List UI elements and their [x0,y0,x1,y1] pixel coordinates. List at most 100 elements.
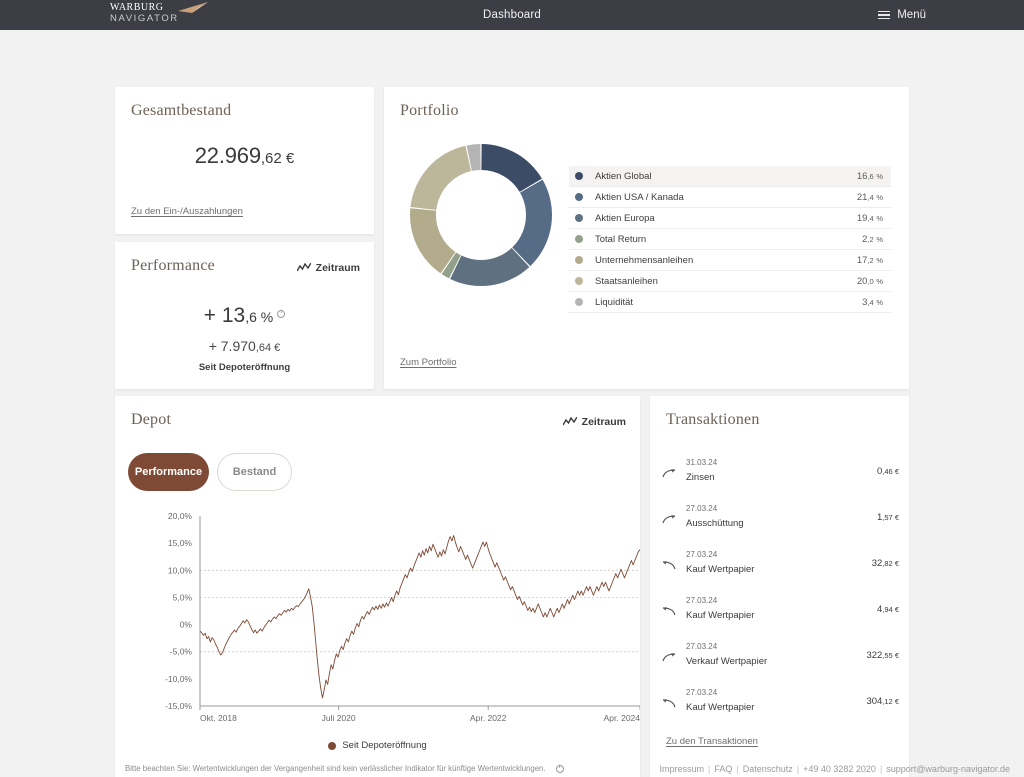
legend-color-dot [575,298,583,306]
donut-segment[interactable] [410,145,472,210]
legend-row[interactable]: Aktien Europa 19,4 % [569,208,891,229]
info-icon[interactable] [277,309,286,318]
footer-separator: | [879,764,883,774]
footer-link[interactable]: FAQ [714,764,732,774]
transaktionen-title: Transaktionen [666,411,760,428]
transaktionen-link[interactable]: Zu den Transaktionen [666,736,758,747]
transaction-date: 27.03.24 [686,504,718,513]
page-title: Dashboard [482,9,542,21]
hamburger-icon [878,11,891,19]
y-axis-tick-label: 0% [180,620,193,630]
portfolio-legend: Aktien Global 16,6 % Aktien USA / Kanada 21… [569,166,891,313]
footer-separator: | [796,764,800,774]
transaction-info: 27.03.24 Kauf Wertpapier [686,548,872,577]
menu-button[interactable]: Menü [878,9,926,21]
transaction-row[interactable]: 31.03.24 Zinsen 0,46 € [662,451,899,497]
transaction-amount: 322,55 € [866,650,899,661]
donut-segment[interactable] [410,208,456,274]
transaction-name: Verkauf Wertpapier [686,656,768,667]
footer-separator: | [736,764,739,774]
transaction-name: Kauf Wertpapier [686,610,755,621]
x-axis-tick-label: Apr. 2024 [604,713,640,723]
legend-color-dot [328,741,337,750]
card-transaktionen: Transaktionen 31.03.24 Zinsen 0,46 € 27.03.… [650,396,909,777]
transaction-name: Kauf Wertpapier [686,702,755,713]
depot-zeitraum-button[interactable]: Zeitraum [562,416,626,428]
transaction-info: 27.03.24 Kauf Wertpapier [686,594,877,623]
donut-segment[interactable] [450,247,530,286]
legend-row[interactable]: Staatsanleihen 20,0 % [569,271,891,292]
tab-bestand[interactable]: Bestand [217,453,292,491]
legend-value: 19,4 % [856,212,883,224]
y-axis-tick-label: -10,0% [165,674,192,684]
footer: Impressum | FAQ | Datenschutz | +49 40 3282 20… [660,764,1010,774]
card-gesamtbestand: Gesamtbestand 22.969,62 € Zu den Ein-/Au… [115,87,374,234]
gesamtbestand-link[interactable]: Zu den Ein-/Auszahlungen [131,206,243,217]
arrow-incoming-icon [662,502,686,530]
card-portfolio: Portfolio Aktien Global 16,6 % Aktien USA … [384,87,909,389]
y-axis-tick-label: -5,0% [170,647,193,657]
portfolio-donut-chart [410,144,552,286]
transaction-row[interactable]: 27.03.24 Kauf Wertpapier 4,94 € [662,589,899,635]
legend-value: 3,4 % [862,296,883,308]
menu-label: Menü [897,9,926,21]
dashboard-body: Gesamtbestand 22.969,62 € Zu den Ein-/Au… [0,30,1024,777]
legend-label: Staatsanleihen [595,275,658,287]
arrow-incoming-icon [662,640,686,668]
performance-zeitraum-label: Zeitraum [315,262,360,274]
legend-row[interactable]: Aktien Global 16,6 % [569,166,891,187]
legend-label: Unternehmensanleihen [595,254,694,266]
y-axis-tick-label: 5,0% [173,592,193,602]
y-axis-tick-label: 20,0% [168,511,193,521]
tab-performance[interactable]: Performance [128,453,209,491]
app-header: WARBURG NAVIGATOR Dashboard Menü [0,0,1024,30]
legend-label: Aktien USA / Kanada [595,191,684,203]
performance-percent-unit: % [256,309,274,325]
depot-line-chart: 20,0% 15,0% 10,0% 5,0% 0% -5,0% -10,0% -15,0% Ok… [165,511,640,723]
legend-color-dot [575,214,583,222]
transaction-date: 27.03.24 [686,550,718,559]
donut-segment[interactable] [512,179,552,267]
legend-row[interactable]: Liquidität 3,4 % [569,292,891,313]
gesamtbestand-title: Gesamtbestand [131,102,232,119]
transaction-date: 31.03.24 [686,458,718,467]
legend-color-dot [575,256,583,264]
transaction-amount: 0,46 € [877,466,899,477]
depot-chart-legend: Seit Depoteröffnung [115,740,640,751]
legend-row[interactable]: Aktien USA / Kanada 21,4 % [569,187,891,208]
transaction-row[interactable]: 27.03.24 Verkauf Wertpapier 322,55 € [662,635,899,681]
depot-zeitraum-label: Zeitraum [581,416,626,428]
y-axis-tick-label: 10,0% [168,565,193,575]
legend-row[interactable]: Unternehmensanleihen 17,2 % [569,250,891,271]
depot-disclaimer-text: Bitte beachten Sie: Wertentwicklungen de… [125,764,546,773]
performance-zeitraum-button[interactable]: Zeitraum [296,262,360,274]
arrow-outgoing-icon [662,686,686,714]
transaction-row[interactable]: 27.03.24 Ausschüttung 1,57 € [662,497,899,543]
transaction-row[interactable]: 27.03.24 Kauf Wertpapier 32,82 € [662,543,899,589]
transaction-date: 27.03.24 [686,596,718,605]
footer-link[interactable]: Datenschutz [743,764,793,774]
footer-link[interactable]: +49 40 3282 2020 [803,764,876,774]
legend-row[interactable]: Total Return 2,2 % [569,229,891,250]
transaction-name: Ausschüttung [686,518,744,529]
performance-note: Seit Depoteröffnung [198,362,291,373]
footer-separator: | [708,764,711,774]
footer-link[interactable]: support@warburg-navigator.de [886,764,1010,774]
portfolio-title: Portfolio [400,102,459,119]
depot-title: Depot [131,411,172,428]
legend-label: Aktien Global [595,170,652,182]
trend-line-icon [562,417,577,426]
performance-amount-main: + 7.970 [208,338,256,354]
performance-amount-decimals: ,64 € [255,342,281,354]
info-icon[interactable] [555,764,564,773]
transaction-date: 27.03.24 [686,688,718,697]
portfolio-link[interactable]: Zum Portfolio [400,357,457,368]
transaction-amount: 304,12 € [866,696,899,707]
arrow-outgoing-icon [662,548,686,576]
donut-segment[interactable] [481,144,542,192]
legend-color-dot [575,235,583,243]
gesamtbestand-value-decimals: ,62 € [260,150,295,167]
performance-amount: + 7.970,64 € [115,338,374,356]
footer-link[interactable]: Impressum [660,764,705,774]
transaction-row[interactable]: 27.03.24 Kauf Wertpapier 304,12 € [662,681,899,727]
